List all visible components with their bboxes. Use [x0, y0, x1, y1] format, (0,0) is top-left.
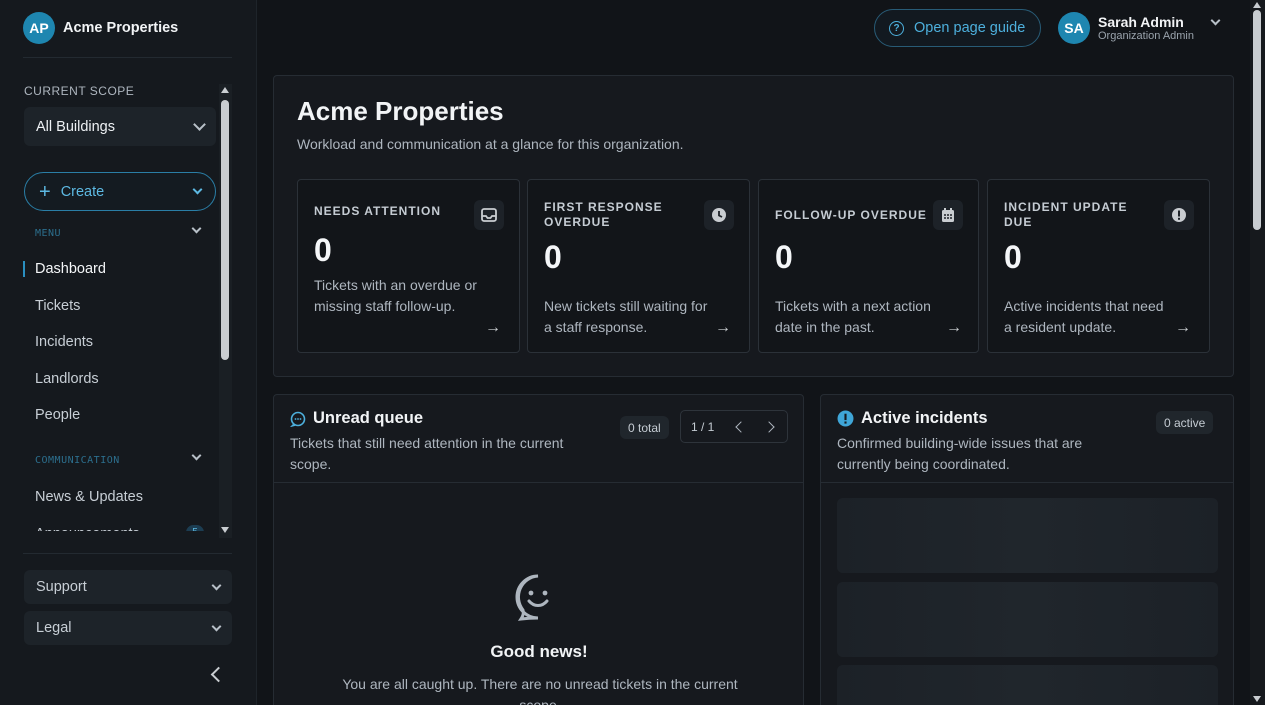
stat-label: NEEDS ATTENTION — [314, 204, 442, 218]
divider — [821, 482, 1233, 483]
chat-icon — [290, 411, 306, 427]
nav-item-news-updates[interactable]: News & Updates — [35, 489, 143, 505]
loading-skeleton — [837, 582, 1218, 657]
user-avatar: SA — [1058, 12, 1090, 44]
next-page-icon[interactable] — [763, 421, 775, 433]
stat-card-first-response-overdue[interactable]: FIRST RESPONSE OVERDUE 0 New tickets sti… — [527, 179, 750, 353]
org-avatar: AP — [23, 11, 55, 44]
stat-label: FOLLOW-UP OVERDUE — [775, 208, 927, 222]
user-name: Sarah Admin — [1098, 13, 1184, 30]
pager-text: 1 / 1 — [691, 419, 715, 434]
stat-description: Tickets with an overdue or missing staff… — [314, 277, 477, 314]
nav-item-incidents[interactable]: Incidents — [35, 334, 93, 350]
loading-skeleton — [837, 498, 1218, 573]
divider — [23, 57, 232, 58]
scroll-up-icon[interactable] — [221, 87, 229, 93]
nav-item-people[interactable]: People — [35, 407, 80, 423]
loading-skeleton — [837, 665, 1218, 705]
stat-card-incident-update-due[interactable]: INCIDENT UPDATE DUE 0 Active incidents t… — [987, 179, 1210, 353]
collapse-sidebar-button[interactable] — [210, 665, 226, 683]
nav-fade — [0, 531, 232, 545]
scroll-down-icon[interactable] — [1253, 696, 1261, 702]
chevron-left-icon — [210, 666, 226, 682]
open-page-guide-button[interactable]: ? Open page guide — [874, 9, 1041, 47]
chevron-down-icon — [211, 621, 222, 631]
arrow-right-icon: → — [485, 319, 501, 336]
plus-icon: + — [39, 180, 51, 203]
communication-collapse-chevron-icon[interactable] — [191, 450, 202, 461]
stat-value: 0 — [544, 239, 562, 275]
create-button[interactable]: + Create — [24, 172, 216, 211]
divider — [274, 482, 803, 483]
help-icon: ? — [889, 20, 904, 36]
page-title: Acme Properties — [297, 96, 504, 126]
section-label-communication: COMMUNICATION — [35, 455, 120, 466]
user-menu-chevron-icon[interactable] — [1210, 15, 1221, 26]
active-incidents-subtitle: Confirmed building-wide issues that are … — [837, 435, 1083, 472]
create-label: Create — [60, 183, 105, 200]
empty-state-title: Good news! — [490, 642, 588, 661]
org-name: Acme Properties — [63, 19, 179, 36]
arrow-right-icon: → — [715, 319, 731, 336]
page-scroll-thumb[interactable] — [1253, 10, 1261, 230]
stat-label: FIRST RESPONSE OVERDUE — [544, 200, 663, 229]
user-role: Organization Admin — [1098, 29, 1194, 42]
inbox-icon — [474, 200, 504, 230]
chevron-down-icon — [211, 580, 222, 590]
stat-description: New tickets still waiting for a staff re… — [544, 298, 708, 335]
stat-value: 0 — [314, 232, 332, 268]
stat-label: INCIDENT UPDATE DUE — [1004, 200, 1128, 229]
active-incidents-count: 0 active — [1156, 411, 1214, 434]
chevron-down-icon — [193, 118, 206, 131]
nav-item-landlords[interactable]: Landlords — [35, 371, 99, 387]
empty-state-text: You are all caught up. There are no unre… — [342, 676, 738, 705]
incidents-title-text: Active incidents — [861, 409, 988, 427]
arrow-right-icon: → — [1175, 319, 1191, 336]
prev-page-icon[interactable] — [735, 421, 747, 433]
guide-label: Open page guide — [914, 20, 1026, 36]
sidebar-scroll-thumb[interactable] — [221, 100, 229, 360]
scroll-down-icon[interactable] — [221, 527, 229, 533]
active-incidents-title: Active incidents — [837, 409, 988, 428]
stat-description: Tickets with a next action date in the p… — [775, 298, 931, 335]
clock-icon — [704, 200, 734, 230]
scope-label: CURRENT SCOPE — [24, 84, 135, 98]
stat-description: Active incidents that need a resident up… — [1004, 298, 1164, 335]
active-indicator — [23, 261, 25, 277]
arrow-right-icon: → — [946, 319, 962, 336]
unread-pager: 1 / 1 — [680, 410, 788, 443]
page-subtitle: Workload and communication at a glance f… — [297, 136, 684, 152]
unread-total-badge: 0 total — [620, 416, 669, 439]
brand[interactable]: AP Acme Properties — [23, 11, 178, 44]
nav-item-tickets[interactable]: Tickets — [35, 298, 80, 314]
stat-value: 0 — [1004, 239, 1022, 275]
alert-icon — [1164, 200, 1194, 230]
stat-value: 0 — [775, 239, 793, 275]
scope-value: All Buildings — [36, 118, 115, 135]
menu-collapse-chevron-icon[interactable] — [191, 223, 202, 234]
support-label: Support — [36, 579, 87, 595]
sidebar: AP Acme Properties CURRENT SCOPE All Bui… — [0, 0, 257, 705]
support-section[interactable]: Support — [24, 570, 232, 604]
chevron-down-icon — [192, 184, 203, 195]
legal-section[interactable]: Legal — [24, 611, 232, 645]
legal-label: Legal — [36, 620, 72, 636]
unread-queue-subtitle: Tickets that still need attention in the… — [290, 435, 564, 472]
unread-title-text: Unread queue — [313, 409, 424, 427]
nav-item-dashboard[interactable]: Dashboard — [35, 261, 106, 277]
divider — [23, 553, 232, 554]
smile-chat-icon — [515, 574, 549, 621]
calendar-icon — [933, 200, 963, 230]
section-label-menu: MENU — [35, 228, 62, 239]
stat-card-follow-up-overdue[interactable]: FOLLOW-UP OVERDUE 0 Tickets with a next … — [758, 179, 979, 353]
info-icon — [837, 410, 854, 427]
user-menu[interactable]: SA Sarah Admin Organization Admin — [1058, 12, 1194, 44]
stat-card-needs-attention[interactable]: NEEDS ATTENTION 0 Tickets with an overdu… — [297, 179, 520, 353]
scope-select[interactable]: All Buildings — [24, 107, 216, 146]
scroll-up-icon[interactable] — [1253, 2, 1261, 8]
unread-queue-title: Unread queue — [290, 409, 423, 428]
